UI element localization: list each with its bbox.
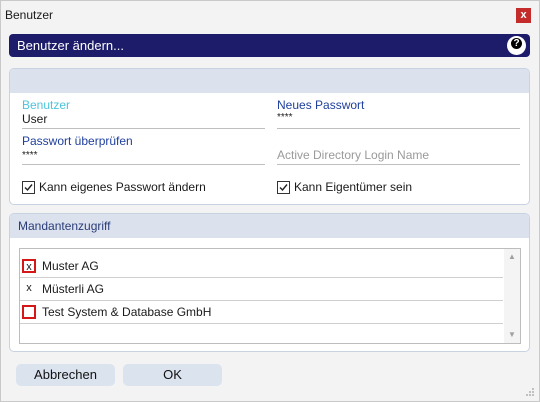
checkbox-checked-icon <box>22 180 35 194</box>
user-details-panel-header <box>10 69 529 93</box>
access-mark[interactable] <box>22 305 36 319</box>
resize-grip-icon[interactable] <box>525 387 535 397</box>
dialog-header-title: Benutzer ändern... <box>17 38 124 53</box>
verify-password-label: Passwort überprüfen <box>22 134 133 148</box>
mandant-access-panel-header: Mandantenzugriff <box>10 214 529 238</box>
mandant-name: Test System & Database GmbH <box>42 305 212 319</box>
can-change-password-label: Kann eigenes Passwort ändern <box>39 180 206 194</box>
list-item[interactable]: x Müsterli AG <box>20 278 503 301</box>
new-password-value: **** <box>277 112 293 123</box>
mandant-access-title: Mandantenzugriff <box>18 219 111 233</box>
new-password-field[interactable]: Neues Passwort **** <box>277 98 520 129</box>
verify-password-value: **** <box>22 150 38 161</box>
dialog-header: Benutzer ändern... ? <box>9 34 530 57</box>
can-be-owner-label: Kann Eigentümer sein <box>294 180 413 194</box>
verify-password-field[interactable]: Passwort überprüfen **** <box>22 134 265 165</box>
ok-button[interactable]: OK <box>123 364 222 386</box>
close-button[interactable]: x <box>516 8 531 23</box>
list-scrollbar[interactable]: ▲ ▼ <box>504 249 520 343</box>
can-change-password-checkbox[interactable]: Kann eigenes Passwort ändern <box>22 180 206 194</box>
user-dialog-window: Benutzer x Benutzer ändern... ? Benutzer… <box>0 0 540 402</box>
checkbox-checked-icon <box>277 180 290 194</box>
user-field[interactable]: Benutzer User <box>22 98 265 129</box>
mandant-name: Muster AG <box>42 259 99 273</box>
ad-login-placeholder: Active Directory Login Name <box>277 148 430 162</box>
help-icon[interactable]: ? <box>507 36 526 55</box>
access-mark[interactable]: x <box>22 282 36 296</box>
help-icon-glyph: ? <box>511 38 522 49</box>
ad-login-field[interactable]: Active Directory Login Name <box>277 148 520 165</box>
user-value: User <box>22 112 48 126</box>
window-title: Benutzer <box>5 8 54 22</box>
new-password-label: Neues Passwort <box>277 98 365 112</box>
mandant-list[interactable]: x Muster AG x Müsterli AG Test System & … <box>19 248 521 344</box>
cancel-button[interactable]: Abbrechen <box>16 364 115 386</box>
user-details-panel: Benutzer User Neues Passwort **** Passwo… <box>9 68 530 205</box>
scroll-up-icon[interactable]: ▲ <box>508 253 516 261</box>
can-be-owner-checkbox[interactable]: Kann Eigentümer sein <box>277 180 412 194</box>
scroll-down-icon[interactable]: ▼ <box>508 331 516 339</box>
list-item[interactable]: Test System & Database GmbH <box>20 301 503 324</box>
title-bar[interactable]: Benutzer x <box>1 1 539 29</box>
access-mark[interactable]: x <box>22 259 36 273</box>
mandant-access-panel: Mandantenzugriff x Muster AG x Müsterli … <box>9 213 530 352</box>
mandant-name: Müsterli AG <box>42 282 105 296</box>
list-item[interactable]: x Muster AG <box>20 255 503 278</box>
user-label: Benutzer <box>22 98 71 112</box>
